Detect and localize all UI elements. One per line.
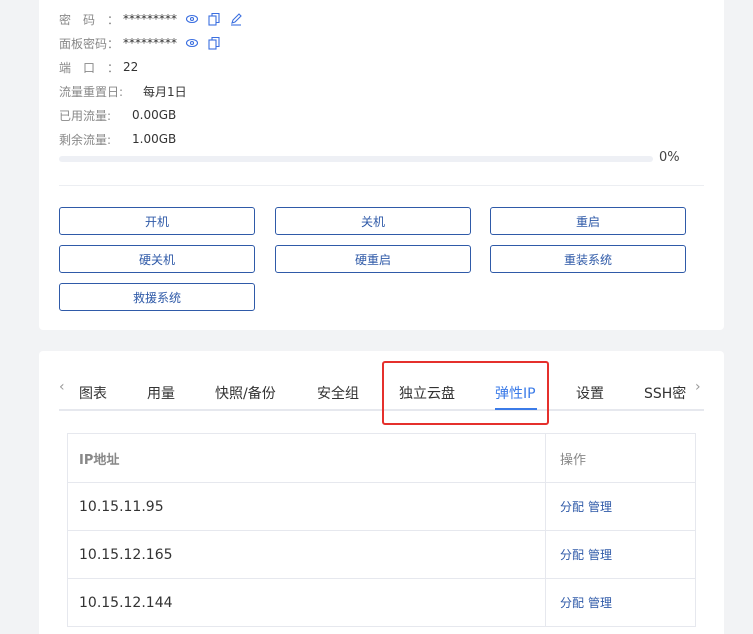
highlight-box	[382, 361, 549, 425]
remaining-traffic-value: 1.00GB	[132, 132, 177, 146]
table-row: 10.15.12.165 分配 管理	[68, 530, 695, 578]
elastic-ip-table: IP地址 操作 10.15.11.95 分配 管理 10.15.12.165 分…	[67, 433, 696, 627]
panel-password-value: *********	[123, 36, 177, 50]
manage-link[interactable]: 管理	[588, 594, 612, 611]
assign-link[interactable]: 分配	[560, 498, 584, 515]
ip-cell: 10.15.11.95	[68, 483, 546, 530]
tab-security-group[interactable]: 安全组	[317, 383, 359, 403]
chevron-left-icon[interactable]: ‹	[59, 379, 65, 395]
manage-link[interactable]: 管理	[588, 498, 612, 515]
remaining-traffic-row: 剩余流量: 1.00GB	[59, 129, 176, 149]
password-value: *********	[123, 12, 177, 26]
reset-day-row: 流量重置日: 每月1日	[59, 81, 187, 101]
rescue-button[interactable]: 救援系统	[59, 283, 255, 311]
manage-link[interactable]: 管理	[588, 546, 612, 563]
actions-header: 操作	[560, 452, 587, 468]
table-row: 10.15.12.144 分配 管理	[68, 578, 695, 626]
assign-link[interactable]: 分配	[560, 594, 584, 611]
reset-day-value: 每月1日	[143, 84, 187, 99]
copy-icon[interactable]	[207, 36, 221, 50]
reboot-button[interactable]: 重启	[490, 207, 686, 235]
traffic-progress-bar	[59, 156, 653, 162]
tab-usage[interactable]: 用量	[147, 383, 175, 403]
reset-day-label: 流量重置日:	[59, 84, 124, 99]
edit-icon[interactable]	[229, 12, 243, 26]
port-row: 端 口 ： 22	[59, 57, 138, 77]
tab-chart[interactable]: 图表	[79, 383, 107, 403]
ip-cell: 10.15.12.144	[68, 579, 546, 626]
server-info-card: 密 码 ： ********* 面板密码： ********* 端 口 ： 22…	[39, 0, 724, 330]
port-label: 端 口 ：	[59, 60, 120, 75]
used-traffic-value: 0.00GB	[132, 108, 177, 122]
hard-reboot-button[interactable]: 硬重启	[275, 245, 471, 273]
ip-cell: 10.15.12.165	[68, 531, 546, 578]
table-row: 10.15.11.95 分配 管理	[68, 482, 695, 530]
remaining-traffic-label: 剩余流量:	[59, 132, 112, 147]
actions-cell: 分配 管理	[546, 579, 616, 626]
actions-cell: 分配 管理	[546, 483, 616, 530]
traffic-progress-text: 0%	[659, 150, 680, 165]
tab-settings[interactable]: 设置	[576, 383, 604, 403]
hard-shutdown-button[interactable]: 硬关机	[59, 245, 255, 273]
detail-tabs-card: ‹ 图表 用量 快照/备份 安全组 独立云盘 弹性IP 设置 SSH密 › IP…	[39, 351, 724, 634]
assign-link[interactable]: 分配	[560, 546, 584, 563]
copy-icon[interactable]	[207, 12, 221, 26]
ip-address-header: IP地址	[68, 434, 546, 482]
actions-cell: 分配 管理	[546, 531, 616, 578]
panel-password-label: 面板密码：	[59, 36, 120, 51]
chevron-right-icon[interactable]: ›	[695, 379, 701, 395]
panel-password-row: 面板密码： *********	[59, 33, 221, 53]
tab-ssh-key[interactable]: SSH密	[644, 383, 686, 403]
port-value: 22	[123, 60, 139, 74]
power-on-button[interactable]: 开机	[59, 207, 255, 235]
reinstall-button[interactable]: 重装系统	[490, 245, 686, 273]
eye-icon[interactable]	[185, 12, 199, 26]
used-traffic-label: 已用流量:	[59, 108, 112, 123]
password-label: 密 码 ：	[59, 12, 120, 27]
tab-snapshot-backup[interactable]: 快照/备份	[215, 383, 276, 403]
shutdown-button[interactable]: 关机	[275, 207, 471, 235]
password-row: 密 码 ： *********	[59, 9, 243, 29]
used-traffic-row: 已用流量: 0.00GB	[59, 105, 176, 125]
divider	[59, 185, 704, 186]
table-header: IP地址 操作	[68, 434, 695, 482]
eye-icon[interactable]	[185, 36, 199, 50]
